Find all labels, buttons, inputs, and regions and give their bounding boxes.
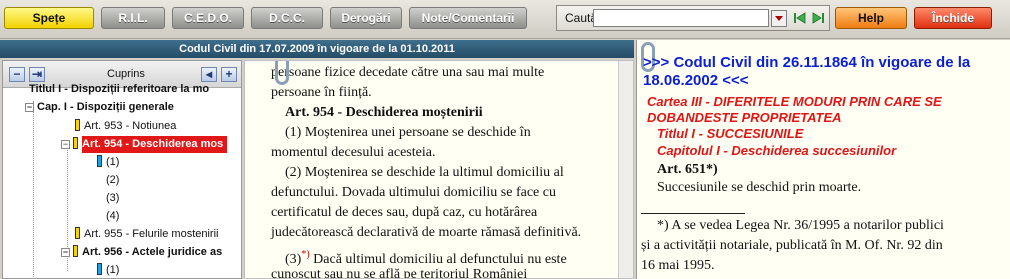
text-line: certificatul de deces sau, după caz, cu …	[271, 205, 538, 220]
footnote-text: și a activității notariale, publicată în…	[641, 238, 943, 253]
tree-item-label: Art. 953 - Notiunea	[84, 120, 177, 132]
paragraph-marker-icon	[97, 155, 102, 167]
help-button[interactable]: Help	[835, 7, 907, 29]
tree-item-label: Art. 955 - Felurile mostenirii	[84, 228, 219, 240]
tree-item-label: (2)	[106, 174, 120, 186]
tree-item-cap-1[interactable]: − Cap. I - Dispoziții generale	[25, 99, 174, 116]
paperclip-icon	[275, 61, 289, 85]
tree-item-alin-1[interactable]: (1)	[97, 154, 119, 171]
ril-button[interactable]: R.I.L.	[101, 7, 165, 29]
table-of-contents-tree: − ⇥ Cuprins ◂ + Titlul I - Dispoziții re…	[2, 60, 242, 279]
text-line: (2) Moștenirea se deschide la ultimul do…	[285, 165, 564, 180]
tree-item-art-953[interactable]: Art. 953 - Notiunea	[75, 118, 176, 135]
tree-item-art-955[interactable]: Art. 955 - Felurile mostenirii	[75, 226, 219, 243]
tree-item-label: (4)	[106, 210, 120, 222]
search-box: Caută	[556, 5, 830, 31]
tree-item-label: Titlul I - Dispoziții referitoare la mo	[29, 83, 210, 95]
tree-item-art-956[interactable]: − Art. 956 - Actele juridice as	[61, 244, 222, 261]
next-result-icon[interactable]	[811, 11, 825, 25]
text-line: persoane fizice decedate către una sau m…	[271, 65, 545, 80]
capitolul-heading: Capitolul I - Deschiderea succesiunilor	[657, 143, 897, 158]
tree-connector	[33, 101, 34, 278]
footnote-text: *) A se vedea Legea Nr. 36/1995 a notari…	[657, 218, 944, 233]
article-marker-icon	[73, 137, 78, 149]
search-input[interactable]	[593, 9, 769, 27]
tree-item-titlul-1[interactable]: Titlul I - Dispoziții referitoare la mo	[29, 81, 209, 98]
expand-all-icon[interactable]: +	[221, 67, 237, 82]
spete-button[interactable]: Spețe	[4, 7, 94, 29]
sync-tree-icon[interactable]: ⇥	[29, 67, 45, 82]
tree-item-alin-2[interactable]: (2)	[97, 172, 119, 189]
cedo-button[interactable]: C.E.D.O.	[172, 7, 244, 29]
tree-header-label: Cuprins	[107, 68, 145, 80]
dcc-button[interactable]: D.C.C.	[251, 7, 323, 29]
footnote-marker[interactable]: *)	[301, 249, 309, 260]
tree-item-label: (1)	[106, 156, 120, 168]
tree-item-label: (1)	[106, 264, 120, 276]
toolbar: Spețe R.I.L. C.E.D.O. D.C.C. Derogări No…	[0, 0, 1010, 39]
tree-item-art-954[interactable]: − Art. 954 - Deschiderea mos	[61, 136, 228, 153]
zoom-out-icon[interactable]: ◂	[201, 67, 217, 82]
titlul-heading: Titlul I - SUCCESIUNILE	[657, 126, 804, 141]
footnote-divider	[641, 213, 745, 214]
note-comentarii-button[interactable]: Note/Comentarii	[409, 7, 527, 29]
search-dropdown-button[interactable]	[771, 10, 787, 27]
tree-item-label: Cap. I - Dispoziții generale	[37, 101, 174, 113]
paragraph-marker-icon	[97, 263, 102, 275]
old-code-text-panel: >>> Codul Civil din 26.11.1864 în vigoar…	[636, 40, 1010, 279]
close-button[interactable]: Închide	[914, 7, 992, 29]
old-code-title-link[interactable]: >>> Codul Civil din 26.11.1864 în vigoar…	[643, 54, 1005, 90]
article-heading: Art. 651*)	[657, 162, 718, 177]
cartea-heading: Cartea III - DIFERITELE MODURI PRIN CARE…	[647, 94, 942, 125]
article-marker-icon	[75, 119, 80, 131]
tree-item-label-selected: Art. 954 - Deschiderea mos	[82, 136, 228, 153]
previous-result-icon[interactable]	[793, 11, 807, 25]
footnote-text: 16 mai 1995.	[641, 258, 715, 273]
left-panel-title: Codul Civil din 17.07.2009 în vigoare de…	[0, 40, 634, 58]
text-line: judecătorească declarativă de moarte răm…	[271, 225, 582, 240]
collapse-icon[interactable]: −	[25, 103, 34, 112]
tree-item-art-956-alin-1[interactable]: (1)	[97, 262, 120, 278]
tree-item-alin-3[interactable]: (3)	[97, 190, 119, 207]
collapse-all-icon[interactable]: −	[9, 67, 25, 82]
text-line: momentul decesului acesteia.	[271, 145, 436, 160]
vertical-scrollbar[interactable]	[618, 61, 633, 278]
article-marker-icon	[75, 227, 80, 239]
text-line: cunoscut sau nu se află pe teritoriul Ro…	[271, 267, 528, 279]
derogari-button[interactable]: Derogări	[330, 7, 402, 29]
current-code-text-panel: persoane fizice decedate către una sau m…	[244, 60, 634, 279]
collapse-icon[interactable]: −	[61, 248, 70, 257]
tree-item-label: Art. 956 - Actele juridice as	[82, 246, 223, 258]
collapse-icon[interactable]: −	[61, 140, 70, 149]
text-line: defunctului. Dovada ultimului domiciliu …	[271, 185, 556, 200]
tree-item-label: (3)	[106, 192, 120, 204]
article-heading: Art. 954 - Deschiderea moștenirii	[285, 105, 483, 120]
article-marker-icon	[73, 245, 78, 257]
text-line: persoane în ființă.	[271, 85, 372, 100]
tree-item-alin-4[interactable]: (4)	[97, 208, 119, 225]
text-line: (1) Moștenirea unei persoane se deschide…	[285, 125, 531, 140]
article-text: Succesiunile se deschid prin moarte.	[657, 180, 862, 195]
